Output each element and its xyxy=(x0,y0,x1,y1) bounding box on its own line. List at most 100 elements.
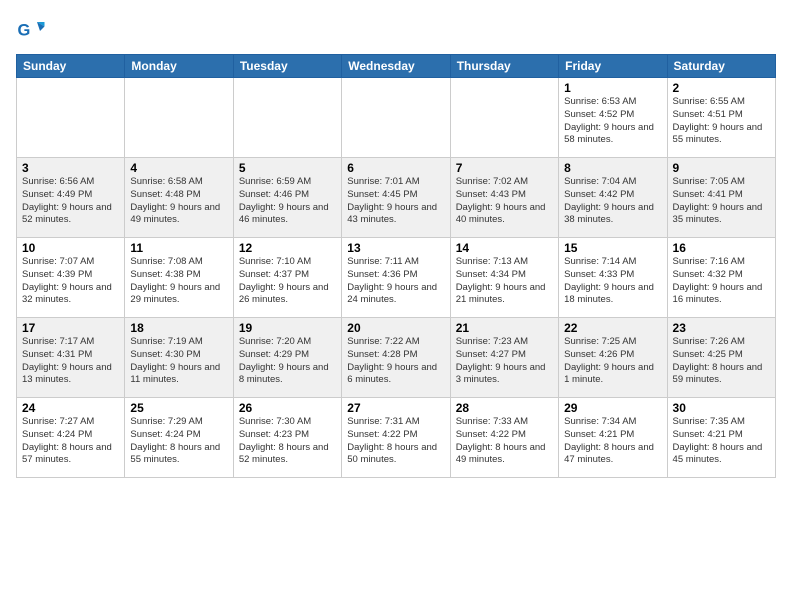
day-number: 11 xyxy=(130,241,227,255)
weekday-header-sunday: Sunday xyxy=(17,55,125,78)
calendar-cell: 1Sunrise: 6:53 AM Sunset: 4:52 PM Daylig… xyxy=(559,78,667,158)
day-number: 8 xyxy=(564,161,661,175)
weekday-header-thursday: Thursday xyxy=(450,55,558,78)
calendar-cell: 29Sunrise: 7:34 AM Sunset: 4:21 PM Dayli… xyxy=(559,398,667,478)
weekday-header-tuesday: Tuesday xyxy=(233,55,341,78)
day-info: Sunrise: 7:26 AM Sunset: 4:25 PM Dayligh… xyxy=(673,336,770,387)
calendar-week-row: 1Sunrise: 6:53 AM Sunset: 4:52 PM Daylig… xyxy=(17,78,776,158)
weekday-header-monday: Monday xyxy=(125,55,233,78)
calendar-cell: 28Sunrise: 7:33 AM Sunset: 4:22 PM Dayli… xyxy=(450,398,558,478)
day-info: Sunrise: 7:22 AM Sunset: 4:28 PM Dayligh… xyxy=(347,336,444,387)
calendar-cell: 9Sunrise: 7:05 AM Sunset: 4:41 PM Daylig… xyxy=(667,158,775,238)
weekday-header-friday: Friday xyxy=(559,55,667,78)
day-number: 21 xyxy=(456,321,553,335)
day-info: Sunrise: 7:13 AM Sunset: 4:34 PM Dayligh… xyxy=(456,256,553,307)
day-info: Sunrise: 7:14 AM Sunset: 4:33 PM Dayligh… xyxy=(564,256,661,307)
calendar-cell xyxy=(17,78,125,158)
day-number: 25 xyxy=(130,401,227,415)
day-number: 19 xyxy=(239,321,336,335)
calendar-cell: 30Sunrise: 7:35 AM Sunset: 4:21 PM Dayli… xyxy=(667,398,775,478)
calendar-cell: 26Sunrise: 7:30 AM Sunset: 4:23 PM Dayli… xyxy=(233,398,341,478)
calendar-cell: 17Sunrise: 7:17 AM Sunset: 4:31 PM Dayli… xyxy=(17,318,125,398)
day-info: Sunrise: 7:30 AM Sunset: 4:23 PM Dayligh… xyxy=(239,416,336,467)
day-number: 5 xyxy=(239,161,336,175)
day-info: Sunrise: 7:33 AM Sunset: 4:22 PM Dayligh… xyxy=(456,416,553,467)
day-number: 2 xyxy=(673,81,770,95)
day-info: Sunrise: 7:17 AM Sunset: 4:31 PM Dayligh… xyxy=(22,336,119,387)
day-number: 26 xyxy=(239,401,336,415)
calendar-cell: 22Sunrise: 7:25 AM Sunset: 4:26 PM Dayli… xyxy=(559,318,667,398)
calendar-week-row: 24Sunrise: 7:27 AM Sunset: 4:24 PM Dayli… xyxy=(17,398,776,478)
calendar-cell: 10Sunrise: 7:07 AM Sunset: 4:39 PM Dayli… xyxy=(17,238,125,318)
calendar-cell: 8Sunrise: 7:04 AM Sunset: 4:42 PM Daylig… xyxy=(559,158,667,238)
day-info: Sunrise: 7:04 AM Sunset: 4:42 PM Dayligh… xyxy=(564,176,661,227)
day-info: Sunrise: 7:02 AM Sunset: 4:43 PM Dayligh… xyxy=(456,176,553,227)
calendar-cell: 11Sunrise: 7:08 AM Sunset: 4:38 PM Dayli… xyxy=(125,238,233,318)
header: G xyxy=(16,16,776,46)
day-number: 29 xyxy=(564,401,661,415)
calendar-cell: 7Sunrise: 7:02 AM Sunset: 4:43 PM Daylig… xyxy=(450,158,558,238)
day-info: Sunrise: 7:29 AM Sunset: 4:24 PM Dayligh… xyxy=(130,416,227,467)
day-number: 3 xyxy=(22,161,119,175)
day-info: Sunrise: 7:34 AM Sunset: 4:21 PM Dayligh… xyxy=(564,416,661,467)
day-info: Sunrise: 6:55 AM Sunset: 4:51 PM Dayligh… xyxy=(673,96,770,147)
day-number: 6 xyxy=(347,161,444,175)
calendar-cell: 18Sunrise: 7:19 AM Sunset: 4:30 PM Dayli… xyxy=(125,318,233,398)
calendar-cell: 19Sunrise: 7:20 AM Sunset: 4:29 PM Dayli… xyxy=(233,318,341,398)
day-info: Sunrise: 6:53 AM Sunset: 4:52 PM Dayligh… xyxy=(564,96,661,147)
day-number: 27 xyxy=(347,401,444,415)
svg-text:G: G xyxy=(18,22,31,40)
day-info: Sunrise: 7:27 AM Sunset: 4:24 PM Dayligh… xyxy=(22,416,119,467)
day-info: Sunrise: 7:10 AM Sunset: 4:37 PM Dayligh… xyxy=(239,256,336,307)
day-info: Sunrise: 7:35 AM Sunset: 4:21 PM Dayligh… xyxy=(673,416,770,467)
calendar-cell: 20Sunrise: 7:22 AM Sunset: 4:28 PM Dayli… xyxy=(342,318,450,398)
day-number: 23 xyxy=(673,321,770,335)
day-number: 7 xyxy=(456,161,553,175)
day-info: Sunrise: 7:19 AM Sunset: 4:30 PM Dayligh… xyxy=(130,336,227,387)
calendar-week-row: 3Sunrise: 6:56 AM Sunset: 4:49 PM Daylig… xyxy=(17,158,776,238)
day-number: 30 xyxy=(673,401,770,415)
day-info: Sunrise: 7:01 AM Sunset: 4:45 PM Dayligh… xyxy=(347,176,444,227)
calendar-cell: 23Sunrise: 7:26 AM Sunset: 4:25 PM Dayli… xyxy=(667,318,775,398)
day-number: 10 xyxy=(22,241,119,255)
day-number: 4 xyxy=(130,161,227,175)
day-info: Sunrise: 7:07 AM Sunset: 4:39 PM Dayligh… xyxy=(22,256,119,307)
calendar-cell: 14Sunrise: 7:13 AM Sunset: 4:34 PM Dayli… xyxy=(450,238,558,318)
weekday-header-saturday: Saturday xyxy=(667,55,775,78)
day-number: 9 xyxy=(673,161,770,175)
calendar-cell: 6Sunrise: 7:01 AM Sunset: 4:45 PM Daylig… xyxy=(342,158,450,238)
calendar-cell: 5Sunrise: 6:59 AM Sunset: 4:46 PM Daylig… xyxy=(233,158,341,238)
calendar-header-row: SundayMondayTuesdayWednesdayThursdayFrid… xyxy=(17,55,776,78)
calendar-week-row: 17Sunrise: 7:17 AM Sunset: 4:31 PM Dayli… xyxy=(17,318,776,398)
day-info: Sunrise: 7:31 AM Sunset: 4:22 PM Dayligh… xyxy=(347,416,444,467)
calendar-cell xyxy=(450,78,558,158)
day-info: Sunrise: 7:20 AM Sunset: 4:29 PM Dayligh… xyxy=(239,336,336,387)
day-number: 14 xyxy=(456,241,553,255)
day-number: 16 xyxy=(673,241,770,255)
calendar-cell: 16Sunrise: 7:16 AM Sunset: 4:32 PM Dayli… xyxy=(667,238,775,318)
calendar-cell: 27Sunrise: 7:31 AM Sunset: 4:22 PM Dayli… xyxy=(342,398,450,478)
day-info: Sunrise: 6:59 AM Sunset: 4:46 PM Dayligh… xyxy=(239,176,336,227)
day-info: Sunrise: 7:08 AM Sunset: 4:38 PM Dayligh… xyxy=(130,256,227,307)
calendar-cell: 2Sunrise: 6:55 AM Sunset: 4:51 PM Daylig… xyxy=(667,78,775,158)
calendar-cell xyxy=(233,78,341,158)
calendar-cell: 25Sunrise: 7:29 AM Sunset: 4:24 PM Dayli… xyxy=(125,398,233,478)
calendar-cell: 15Sunrise: 7:14 AM Sunset: 4:33 PM Dayli… xyxy=(559,238,667,318)
weekday-header-wednesday: Wednesday xyxy=(342,55,450,78)
day-info: Sunrise: 6:56 AM Sunset: 4:49 PM Dayligh… xyxy=(22,176,119,227)
day-number: 28 xyxy=(456,401,553,415)
calendar: SundayMondayTuesdayWednesdayThursdayFrid… xyxy=(16,54,776,478)
calendar-week-row: 10Sunrise: 7:07 AM Sunset: 4:39 PM Dayli… xyxy=(17,238,776,318)
calendar-cell xyxy=(342,78,450,158)
calendar-cell: 12Sunrise: 7:10 AM Sunset: 4:37 PM Dayli… xyxy=(233,238,341,318)
day-number: 15 xyxy=(564,241,661,255)
day-number: 18 xyxy=(130,321,227,335)
day-number: 22 xyxy=(564,321,661,335)
calendar-cell xyxy=(125,78,233,158)
calendar-cell: 3Sunrise: 6:56 AM Sunset: 4:49 PM Daylig… xyxy=(17,158,125,238)
calendar-cell: 4Sunrise: 6:58 AM Sunset: 4:48 PM Daylig… xyxy=(125,158,233,238)
day-info: Sunrise: 7:05 AM Sunset: 4:41 PM Dayligh… xyxy=(673,176,770,227)
day-number: 20 xyxy=(347,321,444,335)
calendar-cell: 21Sunrise: 7:23 AM Sunset: 4:27 PM Dayli… xyxy=(450,318,558,398)
day-number: 13 xyxy=(347,241,444,255)
